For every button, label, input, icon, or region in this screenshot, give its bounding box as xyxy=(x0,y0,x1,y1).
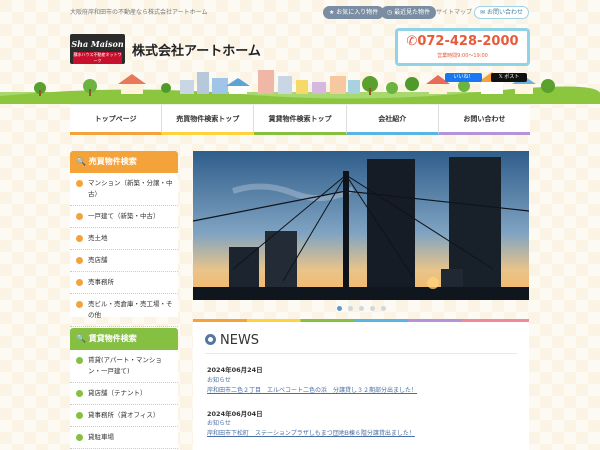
recent-label: 最近見た物件 xyxy=(394,9,431,16)
sidebar-item-label: 売ビル・売倉庫・売工場・その他 xyxy=(88,300,173,319)
slide-dot-3[interactable] xyxy=(358,306,364,311)
sale-search-title: 売買物件検索 xyxy=(88,157,137,166)
sidebar-item-store[interactable]: 売店舗 xyxy=(70,250,178,272)
sidebar-item-building[interactable]: 売ビル・売倉庫・売工場・その他 xyxy=(70,294,178,327)
sale-search-sidebar: 🔍 売買物件検索 マンション（新築・分譲・中古） 一戸建て（新築・中古） 売土地… xyxy=(70,151,178,327)
nav-company[interactable]: 会社紹介 xyxy=(346,105,439,135)
sitemap-link[interactable]: サイトマップ xyxy=(436,7,472,16)
slider-pagination xyxy=(193,306,529,311)
news-category[interactable]: お知らせ xyxy=(207,418,231,427)
mail-icon: ✉ xyxy=(480,9,487,16)
facebook-like-button[interactable]: いいね！ xyxy=(445,73,482,82)
bullet-icon xyxy=(76,434,83,441)
bullet-icon xyxy=(76,412,83,419)
bullet-icon xyxy=(76,301,83,308)
recent-viewed-button[interactable]: ◷ 最近見た物件 xyxy=(381,6,437,19)
news-category[interactable]: お知らせ xyxy=(207,375,231,384)
news-link[interactable]: 岸和田市下松町 ステーションプラザしもまつ団地B棟６階分譲貸出ました！ xyxy=(207,428,415,437)
sidebar-item-mansion[interactable]: マンション（新築・分譲・中古） xyxy=(70,173,178,206)
slide-dot-1[interactable] xyxy=(336,306,342,311)
bullet-icon xyxy=(76,180,83,187)
sidebar-item-label: 賃貸(アパート・マンション・一戸建て) xyxy=(88,356,162,375)
slide-dot-4[interactable] xyxy=(369,306,375,311)
x-post-button[interactable]: 𝕏 ポスト xyxy=(491,73,527,82)
contact-top-button[interactable]: ✉ お問い合わせ xyxy=(474,6,529,19)
nav-contact[interactable]: お問い合わせ xyxy=(438,105,531,135)
news-date: 2024年06月04日 xyxy=(207,410,263,418)
news-link[interactable]: 岸和田市二色２丁目 エルベコート二色の浜 分譲貸し３２期部分出ました！ xyxy=(207,385,417,394)
sidebar-item-label: 貸駐車場 xyxy=(88,433,114,441)
like-label: いいね！ xyxy=(453,74,474,80)
sidebar-item-label: 売事務所 xyxy=(88,278,114,286)
news-heading: NEWS xyxy=(205,333,259,348)
sidebar-item-label: 貸店舗（テナント） xyxy=(88,389,147,397)
bullet-icon xyxy=(76,213,83,220)
sidebar-item-office[interactable]: 売事務所 xyxy=(70,272,178,294)
ring-icon xyxy=(205,334,216,345)
sale-search-header: 🔍 売買物件検索 xyxy=(70,151,178,173)
sidebar-item-label: 貸事務所（貸オフィス） xyxy=(88,411,160,419)
news-title-text: NEWS xyxy=(220,333,260,348)
sidebar-item-land[interactable]: 売土地 xyxy=(70,228,178,250)
bullet-icon xyxy=(76,279,83,286)
post-label: ポスト xyxy=(504,74,520,80)
logo-text: Sha Maison xyxy=(71,39,124,49)
search-icon: 🔍 xyxy=(76,334,89,343)
bullet-icon xyxy=(76,357,83,364)
sidebar-item-house[interactable]: 一戸建て（新築・中古） xyxy=(70,206,178,228)
sidebar-item-label: 売店舗 xyxy=(88,256,108,264)
bullet-icon xyxy=(76,390,83,397)
sidebar-item-label: 一戸建て（新築・中古） xyxy=(88,212,160,220)
sidebar-item-label: マンション（新築・分譲・中古） xyxy=(88,179,173,198)
phone-icon: ✆ xyxy=(406,34,418,49)
slide-dot-2[interactable] xyxy=(347,306,353,311)
search-icon: 🔍 xyxy=(76,157,89,166)
sidebar-item-parking[interactable]: 貸駐車場 xyxy=(70,427,178,449)
sidebar-item-rental-office[interactable]: 貸事務所（貸オフィス） xyxy=(70,405,178,427)
nav-top[interactable]: トップページ xyxy=(70,105,163,135)
rent-search-title: 賃貸物件検索 xyxy=(88,334,137,343)
sidebar-item-rental-home[interactable]: 賃貸(アパート・マンション・一戸建て) xyxy=(70,350,178,383)
bullet-icon xyxy=(76,257,83,264)
sidebar-item-rental-store[interactable]: 貸店舗（テナント） xyxy=(70,383,178,405)
slide-dot-5[interactable] xyxy=(380,306,386,311)
favorites-label: お気に入り物件 xyxy=(336,9,379,16)
sidebar-item-label: 売土地 xyxy=(88,234,108,242)
nav-rent-search[interactable]: 賃貸物件検索トップ xyxy=(254,105,347,135)
nav-sale-search[interactable]: 売買物件検索トップ xyxy=(162,105,255,135)
favorites-button[interactable]: ★ お気に入り物件 xyxy=(323,6,385,19)
rent-search-header: 🔍 賃貸物件検索 xyxy=(70,328,178,350)
contact-top-label: お問い合わせ xyxy=(486,9,523,16)
news-date: 2024年06月24日 xyxy=(207,366,263,374)
bullet-icon xyxy=(76,235,83,242)
rent-search-sidebar: 🔍 賃貸物件検索 賃貸(アパート・マンション・一戸建て) 貸店舗（テナント） 貸… xyxy=(70,328,178,450)
site-tagline: 大阪府岸和田市の不動産なら株式会社アートホーム xyxy=(70,9,208,16)
hero-slide-image[interactable] xyxy=(193,151,529,300)
phone-text: 072-428-2000 xyxy=(417,34,519,49)
news-divider xyxy=(205,353,517,354)
main-navigation: トップページ 売買物件検索トップ 賃貸物件検索トップ 会社紹介 お問い合わせ xyxy=(70,104,531,135)
